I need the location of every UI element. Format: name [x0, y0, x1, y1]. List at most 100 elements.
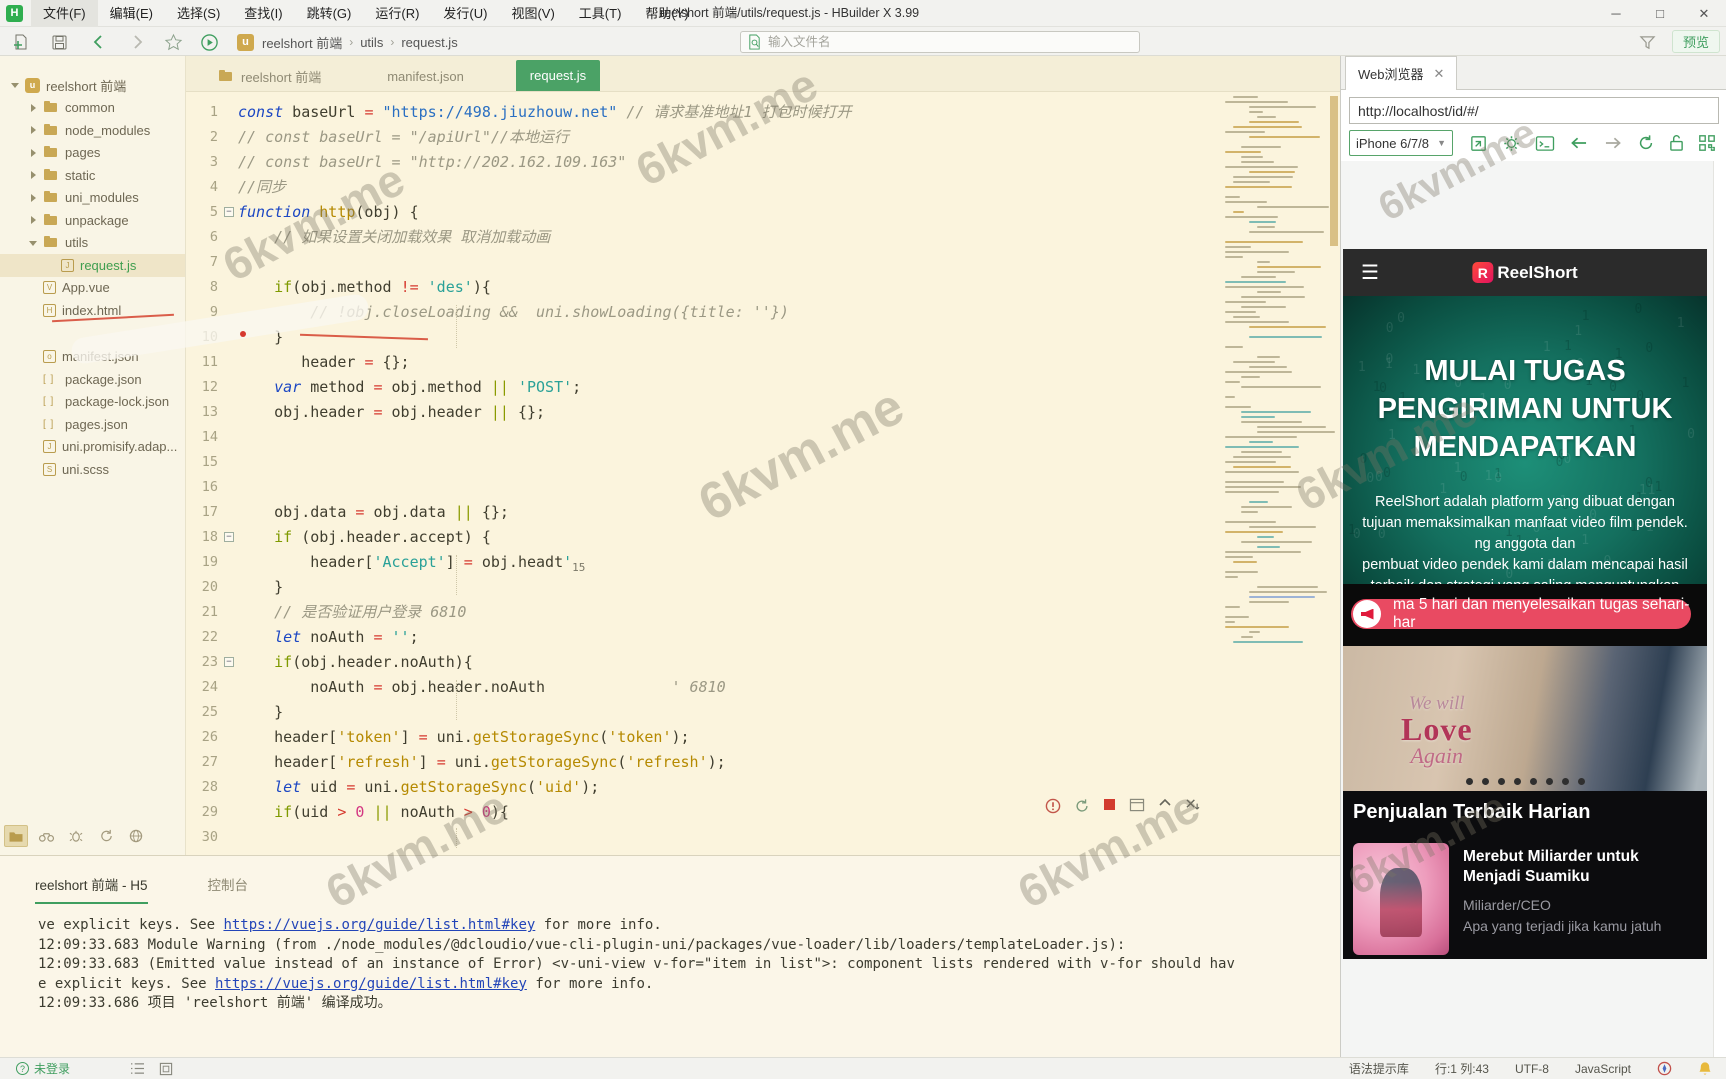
- menu-item-2[interactable]: 选择(S): [165, 0, 232, 27]
- minimap[interactable]: [1225, 96, 1336, 646]
- fold-icon[interactable]: −: [224, 657, 234, 667]
- file-search-input[interactable]: [768, 35, 1133, 49]
- carousel-dot[interactable]: [1513, 778, 1521, 785]
- collapse-panel-icon[interactable]: [1158, 798, 1172, 814]
- breadcrumb-file[interactable]: request.js: [401, 35, 457, 50]
- stop-icon[interactable]: [1103, 798, 1116, 814]
- viewport-scrollbar[interactable]: [1713, 161, 1726, 1057]
- tree-item-package.json[interactable]: [ ] package.json: [0, 368, 185, 391]
- tree-item-package-lock.json[interactable]: [ ] package-lock.json: [0, 391, 185, 414]
- chevron-collapsed-icon[interactable]: [28, 170, 38, 180]
- chevron-expanded-icon[interactable]: [10, 80, 20, 90]
- plugin-status-icon[interactable]: [1657, 1061, 1672, 1076]
- carousel-dot[interactable]: [1577, 778, 1585, 785]
- status-item-1[interactable]: 行:1 列:43: [1435, 1060, 1489, 1077]
- open-window-icon[interactable]: [1129, 798, 1145, 814]
- chevron-collapsed-icon[interactable]: [28, 148, 38, 158]
- breadcrumb-project[interactable]: reelshort 前端: [262, 33, 342, 52]
- carousel-dot[interactable]: [1545, 778, 1553, 785]
- tree-item-node_modules[interactable]: node_modules: [0, 119, 185, 142]
- error-badge-icon[interactable]: [1045, 798, 1061, 814]
- tree-item-pages[interactable]: pages: [0, 142, 185, 165]
- fold-icon[interactable]: −: [224, 532, 234, 542]
- carousel-dot[interactable]: [1497, 778, 1505, 785]
- filter-funnel-icon[interactable]: [1636, 31, 1658, 53]
- files-icon[interactable]: [4, 825, 28, 847]
- device-selector[interactable]: iPhone 6/7/8 ▼: [1349, 130, 1453, 156]
- tree-item-utils[interactable]: utils: [0, 232, 185, 255]
- tree-item-App.vue[interactable]: V App.vue: [0, 277, 185, 300]
- back-icon[interactable]: [88, 31, 110, 53]
- hero-banner[interactable]: 0111011011100110100000101011101100010100…: [1343, 296, 1707, 584]
- extensions-icon[interactable]: [124, 825, 148, 847]
- menu-item-0[interactable]: 文件(F): [31, 0, 98, 27]
- sync-icon[interactable]: [94, 825, 118, 847]
- code-area[interactable]: 1 const baseUrl = "https://498.jiuzhouw.n…: [186, 92, 1340, 855]
- menu-item-7[interactable]: 视图(V): [499, 0, 566, 27]
- lock-icon[interactable]: [1669, 134, 1684, 152]
- console-link[interactable]: https://vuejs.org/guide/list.html#key: [215, 976, 527, 992]
- menu-item-8[interactable]: 工具(T): [567, 0, 634, 27]
- console-log[interactable]: ve explicit keys. See https://vuejs.org/…: [38, 916, 1235, 1014]
- preview-button[interactable]: 预览: [1672, 30, 1720, 53]
- bug-icon[interactable]: [64, 825, 88, 847]
- console-link[interactable]: https://vuejs.org/guide/list.html#key: [223, 917, 535, 933]
- console-tab-reelshort 前端 - H5[interactable]: reelshort 前端 - H5: [35, 874, 148, 904]
- carousel-dots[interactable]: [1343, 778, 1707, 785]
- search-icon[interactable]: [34, 825, 58, 847]
- notification-bell-icon[interactable]: [1698, 1061, 1712, 1076]
- tree-item-uni.scss[interactable]: Suni.scss: [0, 458, 185, 481]
- book-cover[interactable]: [1353, 843, 1449, 955]
- file-search-box[interactable]: [740, 31, 1140, 53]
- chevron-collapsed-icon[interactable]: [28, 125, 38, 135]
- url-bar[interactable]: [1349, 97, 1719, 124]
- hamburger-menu-icon[interactable]: ☰: [1361, 260, 1379, 285]
- login-status[interactable]: ? 未登录: [16, 1060, 70, 1077]
- url-input[interactable]: [1350, 98, 1718, 123]
- menu-item-6[interactable]: 发行(U): [431, 0, 499, 27]
- book-item[interactable]: Merebut Miliarder untuk Menjadi Suamiku …: [1353, 843, 1699, 955]
- carousel-dot[interactable]: [1561, 778, 1569, 785]
- terminal-icon[interactable]: [1535, 135, 1555, 152]
- editor-tab-manifest.json[interactable]: manifest.json: [373, 61, 478, 91]
- status-item-3[interactable]: JavaScript: [1575, 1062, 1631, 1076]
- minimap-scroll-indicator[interactable]: [1330, 96, 1338, 246]
- open-external-icon[interactable]: [1469, 134, 1488, 153]
- fold-icon[interactable]: −: [224, 207, 234, 217]
- carousel-dot[interactable]: [1465, 778, 1473, 785]
- rerun-icon[interactable]: [1074, 798, 1090, 814]
- outline-list-icon[interactable]: [130, 1062, 145, 1076]
- tree-item-uni.promisify.adap...[interactable]: Juni.promisify.adap...: [0, 436, 185, 459]
- refresh-icon[interactable]: [1637, 134, 1655, 152]
- menu-item-4[interactable]: 跳转(G): [295, 0, 364, 27]
- maximize-icon[interactable]: □: [1638, 0, 1682, 27]
- favorite-star-icon[interactable]: [162, 31, 184, 53]
- chevron-expanded-icon[interactable]: [28, 238, 38, 248]
- chevron-collapsed-icon[interactable]: [28, 103, 38, 113]
- breadcrumb-folder[interactable]: utils: [360, 35, 383, 50]
- status-item-0[interactable]: 语法提示库: [1349, 1060, 1409, 1077]
- tree-item-reelshort 前端[interactable]: u reelshort 前端: [0, 74, 185, 97]
- ticker-pill[interactable]: ma 5 hari dan menyelesaikan tugas sehari…: [1351, 596, 1691, 631]
- menu-item-1[interactable]: 编辑(E): [98, 0, 165, 27]
- tree-item-uni_modules[interactable]: uni_modules: [0, 187, 185, 210]
- menu-item-3[interactable]: 查找(I): [232, 0, 294, 27]
- chevron-collapsed-icon[interactable]: [28, 215, 38, 225]
- nav-forward-icon[interactable]: [1603, 135, 1623, 151]
- carousel-slide[interactable]: We will Love Again: [1343, 646, 1707, 791]
- forward-icon[interactable]: [126, 31, 148, 53]
- tree-item-pages.json[interactable]: [ ] pages.json: [0, 413, 185, 436]
- editor-tab-reelshort 前端[interactable]: reelshort 前端: [204, 61, 335, 91]
- settings-gear-icon[interactable]: [1502, 134, 1521, 153]
- nav-back-icon[interactable]: [1569, 135, 1589, 151]
- close-icon[interactable]: ✕: [1434, 66, 1445, 82]
- menu-item-5[interactable]: 运行(R): [363, 0, 431, 27]
- carousel-dot[interactable]: [1481, 778, 1489, 785]
- run-icon[interactable]: [198, 31, 220, 53]
- carousel-dot[interactable]: [1529, 778, 1537, 785]
- browser-tab[interactable]: Web浏览器 ✕: [1345, 56, 1458, 90]
- tree-item-common[interactable]: common: [0, 97, 185, 120]
- tree-item-request.js[interactable]: Jrequest.js: [0, 254, 185, 277]
- console-tab-控制台[interactable]: 控制台: [208, 874, 249, 904]
- new-file-icon[interactable]: [10, 31, 32, 53]
